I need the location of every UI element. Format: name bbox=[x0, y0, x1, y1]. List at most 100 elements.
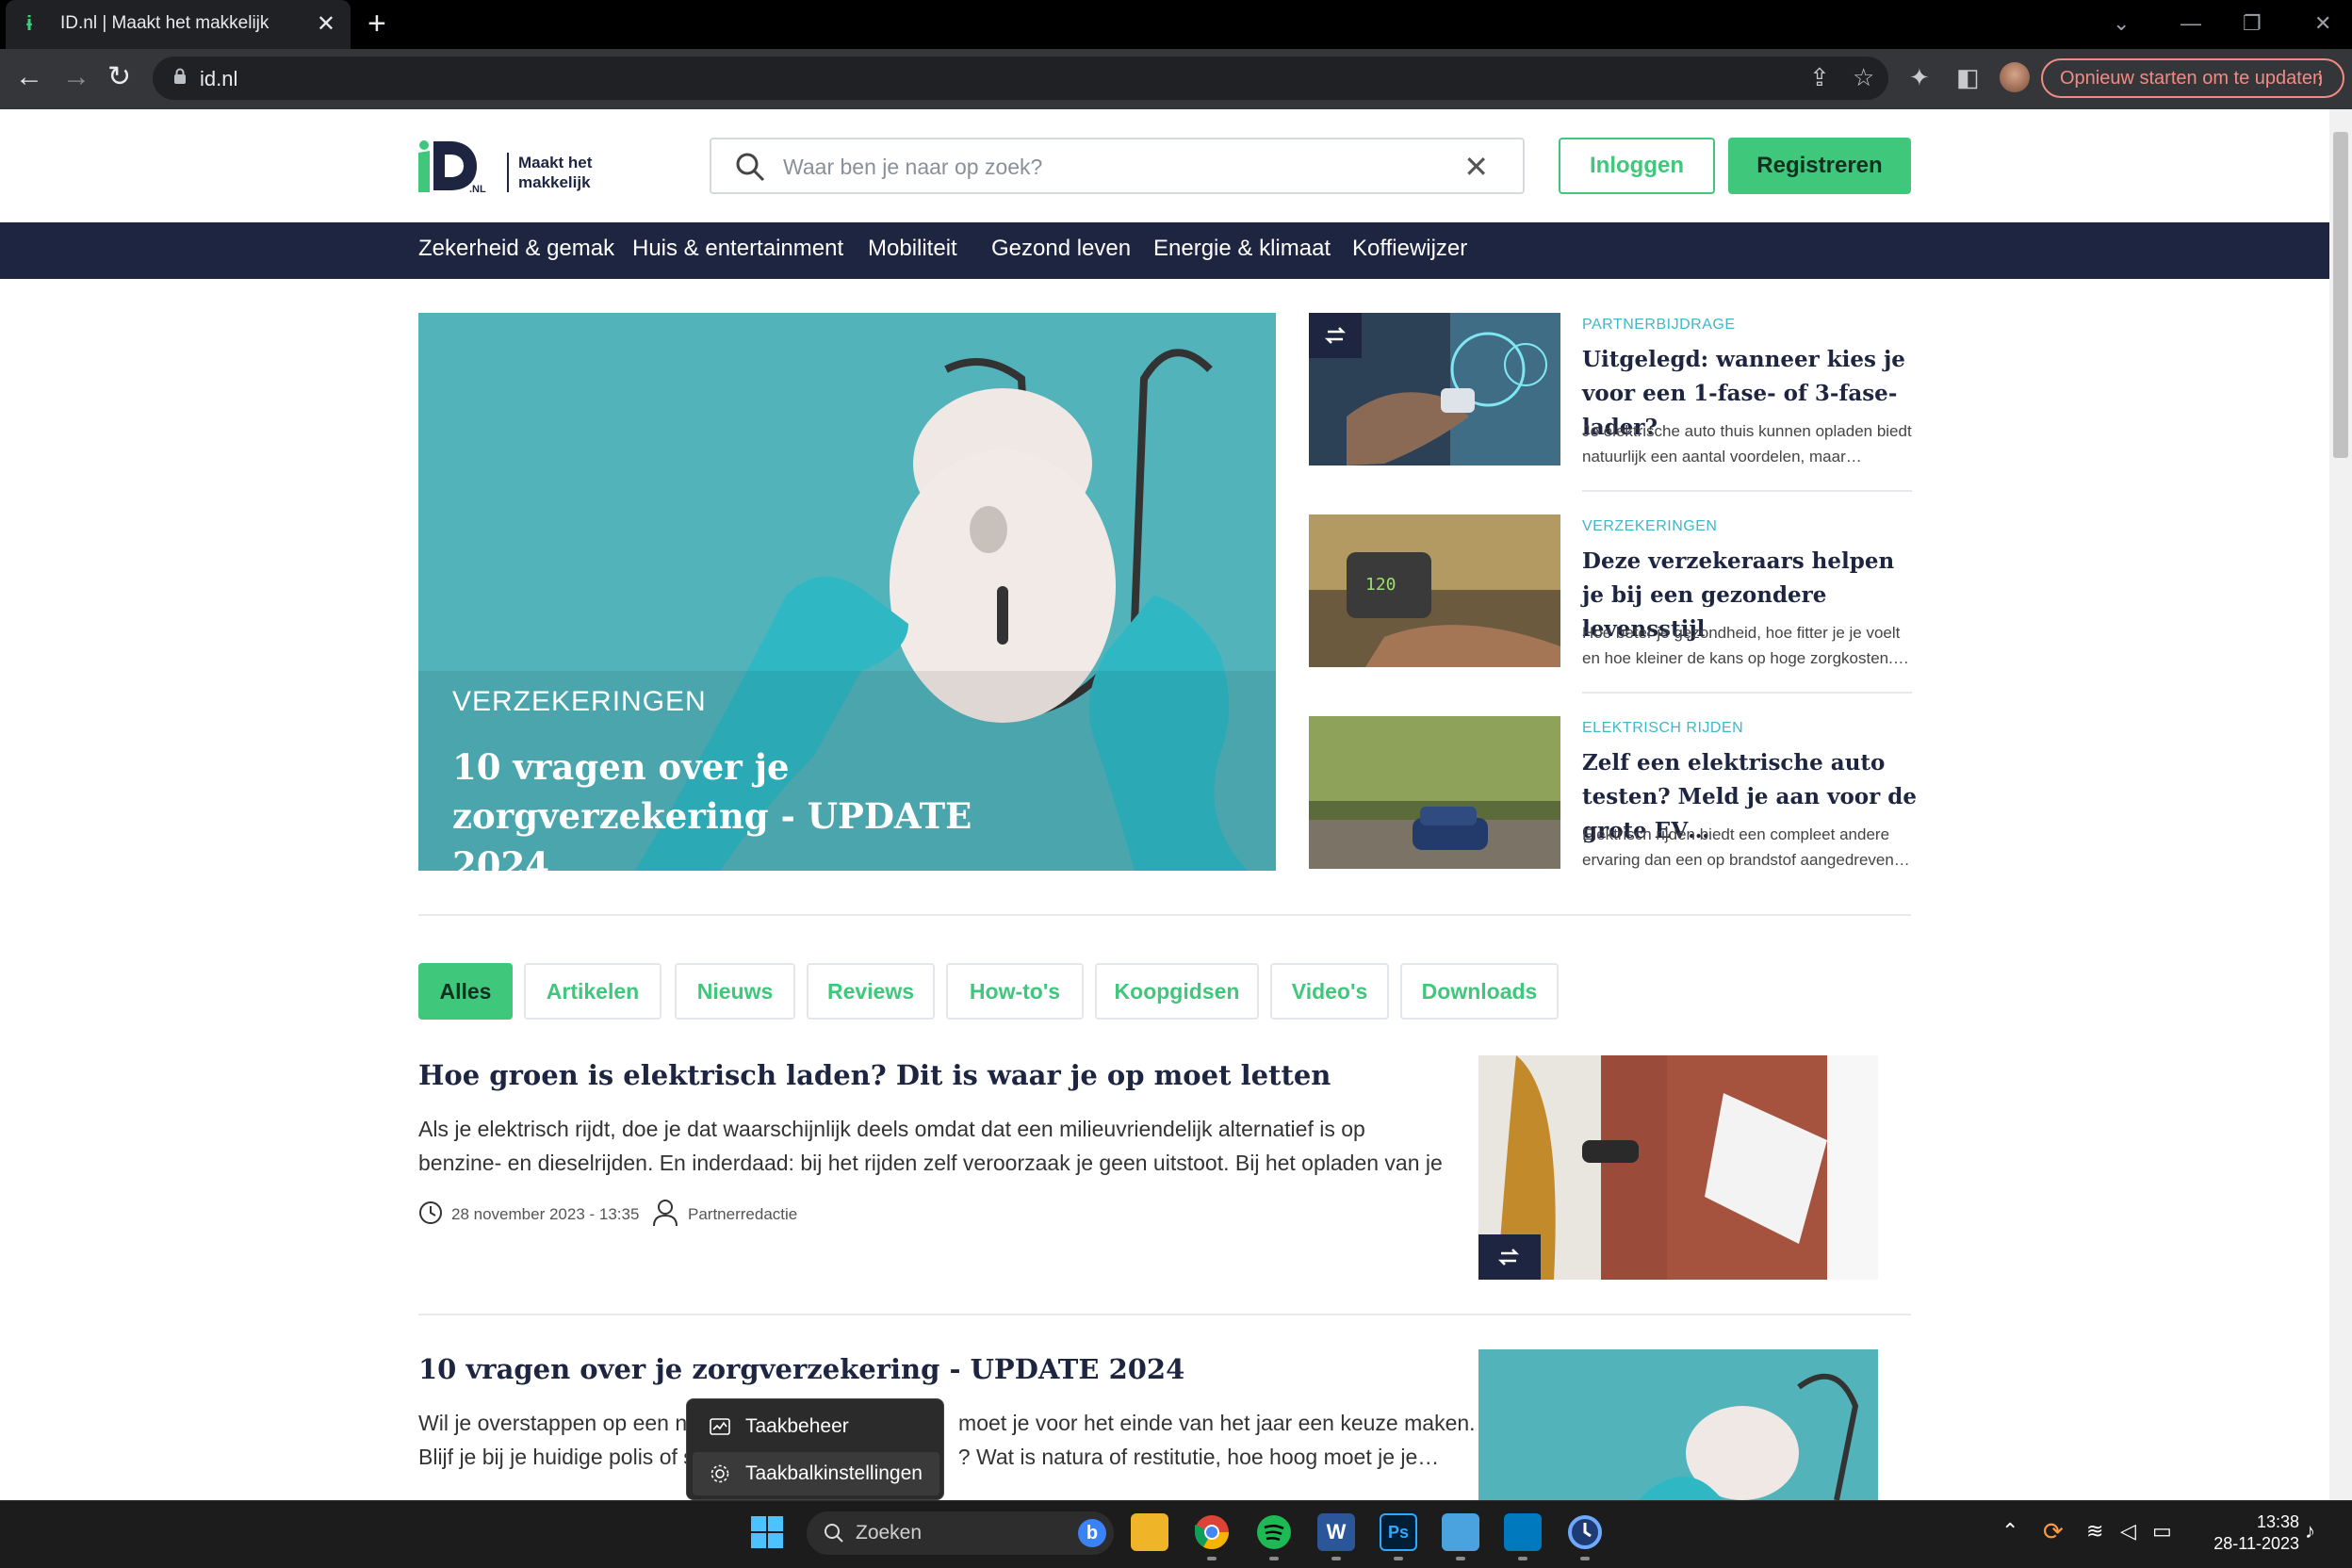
bookmark-star-icon[interactable]: ☆ bbox=[1853, 64, 1874, 90]
site-favicon-icon: ɨ bbox=[26, 11, 33, 35]
back-icon[interactable]: ← bbox=[15, 58, 43, 96]
new-tab-button[interactable]: + bbox=[368, 8, 386, 40]
side-article-3-excerpt: Elektrisch rijden biedt een compleet and… bbox=[1582, 825, 1910, 869]
running-indicator bbox=[1456, 1557, 1465, 1560]
hero-category: VERZEKERINGEN bbox=[452, 686, 707, 717]
close-tab-icon[interactable]: ✕ bbox=[317, 10, 335, 38]
article-2-excerpt-right-1: moet je voor het einde van het jaar een … bbox=[958, 1411, 1476, 1435]
logo-suffix: .NL bbox=[469, 184, 486, 192]
bing-icon[interactable]: b bbox=[1078, 1519, 1106, 1547]
nav-zekerheid-gemak[interactable]: Zekerheid & gemak bbox=[418, 236, 614, 262]
clock-icon bbox=[419, 1201, 442, 1224]
close-window-icon[interactable]: ✕ bbox=[2314, 11, 2331, 36]
article-2-excerpt-right-2: ? Wat is natura of restitutie, hoe hoog … bbox=[957, 1445, 1440, 1469]
wifi-icon[interactable]: ≋ bbox=[2086, 1519, 2103, 1544]
trello-icon[interactable] bbox=[1504, 1513, 1542, 1551]
filter-reviews[interactable]: Reviews bbox=[807, 963, 935, 1020]
article-divider bbox=[418, 1314, 1911, 1315]
update-restart-button[interactable]: Opnieuw starten om te updaten ⋮ bbox=[2041, 58, 2344, 98]
filter-koopgidsen[interactable]: Koopgidsen bbox=[1095, 963, 1259, 1020]
login-button[interactable]: Inloggen bbox=[1559, 138, 1715, 194]
logo-tagline: Maakt het makkelijk bbox=[507, 153, 592, 192]
battery-icon[interactable]: ▭ bbox=[2152, 1519, 2172, 1544]
address-bar[interactable]: id.nl bbox=[153, 57, 1888, 100]
article-1-title[interactable]: Hoe groen is elektrisch laden? Dit is wa… bbox=[418, 1059, 1331, 1091]
filter-nieuws[interactable]: Nieuws bbox=[675, 963, 795, 1020]
photoshop-icon[interactable]: Ps bbox=[1380, 1513, 1417, 1551]
article-2-image[interactable] bbox=[1478, 1349, 1878, 1500]
file-explorer-icon[interactable] bbox=[1131, 1513, 1168, 1551]
word-icon[interactable]: W bbox=[1317, 1513, 1355, 1551]
side-article-1-image bbox=[1309, 313, 1560, 466]
scrollbar-thumb[interactable] bbox=[2333, 132, 2348, 458]
hero-article-card[interactable]: VERZEKERINGEN 10 vragen over je zorgverz… bbox=[418, 313, 1276, 871]
article-2-title[interactable]: 10 vragen over je zorgverzekering - UPDA… bbox=[418, 1353, 1184, 1385]
partner-badge-icon bbox=[1309, 313, 1362, 358]
side-article-3[interactable]: ELEKTRISCH RIJDEN Zelf een elektrische a… bbox=[1309, 716, 1917, 869]
forward-icon[interactable]: → bbox=[62, 58, 90, 96]
taskbar-search-box[interactable]: Zoeken b bbox=[807, 1511, 1114, 1555]
side-article-3-image bbox=[1309, 716, 1560, 869]
nav-huis-entertainment[interactable]: Huis & entertainment bbox=[632, 236, 843, 262]
menu-item-taakbalkinstellingen-label: Taakbalkinstellingen bbox=[745, 1462, 923, 1484]
extensions-puzzle-icon[interactable]: ✦ bbox=[1909, 64, 1930, 90]
profile-avatar[interactable] bbox=[2000, 62, 2030, 92]
nav-gezond-leven[interactable]: Gezond leven bbox=[991, 236, 1131, 262]
side-divider bbox=[1582, 692, 1912, 694]
show-hidden-icons-icon[interactable]: ⌃ bbox=[2001, 1519, 2018, 1544]
clock-app-icon[interactable] bbox=[1566, 1513, 1604, 1551]
side-article-2-category: VERZEKERINGEN bbox=[1582, 518, 1718, 534]
search-placeholder: Waar ben je naar op zoek? bbox=[783, 155, 1043, 179]
system-clock[interactable]: 13:38 28-11-2023 bbox=[2196, 1511, 2299, 1555]
taskbar-search-label: Zoeken bbox=[856, 1522, 923, 1544]
windows-start-icon[interactable] bbox=[750, 1515, 784, 1549]
nav-koffiewijzer[interactable]: Koffiewijzer bbox=[1352, 236, 1467, 262]
side-article-2[interactable]: 120 VERZEKERINGEN Deze verzekeraars help… bbox=[1309, 514, 1912, 667]
update-restart-label: Opnieuw starten om te updaten bbox=[2060, 68, 2324, 89]
chrome-icon[interactable] bbox=[1193, 1513, 1231, 1551]
update-sync-icon[interactable]: ⟳ bbox=[2043, 1517, 2064, 1546]
search-icon bbox=[825, 1524, 843, 1543]
side-article-1[interactable]: PARTNERBIJDRAGE Uitgelegd: wanneer kies … bbox=[1309, 313, 1912, 466]
section-divider bbox=[418, 914, 1911, 916]
share-icon[interactable]: ⇪ bbox=[1809, 64, 1830, 90]
volume-icon[interactable]: ◁ bbox=[2120, 1519, 2136, 1544]
menu-item-taakbeheer-label: Taakbeheer bbox=[745, 1415, 849, 1437]
spotify-icon[interactable] bbox=[1255, 1513, 1293, 1551]
tab-search-chevron-icon[interactable]: ⌄ bbox=[2113, 11, 2130, 36]
side-article-2-excerpt: Hoe beter je gezondheid, hoe fitter je j… bbox=[1582, 624, 1909, 667]
filter-howtos[interactable]: How-to's bbox=[946, 963, 1084, 1020]
filter-artikelen[interactable]: Artikelen bbox=[524, 963, 662, 1020]
id-nl-logo[interactable]: .NL bbox=[418, 139, 490, 192]
filter-alles[interactable]: Alles bbox=[418, 963, 513, 1020]
article-1-image[interactable] bbox=[1478, 1055, 1878, 1280]
tab-title: ID.nl | Maakt het makkelijk bbox=[60, 13, 270, 33]
partner-badge-icon bbox=[1478, 1234, 1541, 1280]
svg-text:120: 120 bbox=[1365, 575, 1396, 595]
restore-icon[interactable]: ❐ bbox=[2243, 11, 2262, 36]
minimize-icon[interactable]: — bbox=[2180, 11, 2201, 36]
nav-mobiliteit[interactable]: Mobiliteit bbox=[868, 236, 957, 262]
article-1-author[interactable]: Partnerredactie bbox=[688, 1205, 797, 1224]
filter-videos[interactable]: Video's bbox=[1270, 963, 1389, 1020]
notepad-icon[interactable] bbox=[1442, 1513, 1479, 1551]
reload-icon[interactable]: ↻ bbox=[107, 58, 131, 96]
menu-item-taakbeheer[interactable]: Taakbeheer bbox=[693, 1405, 939, 1448]
nav-energie-klimaat[interactable]: Energie & klimaat bbox=[1153, 236, 1331, 262]
clear-search-icon[interactable]: ✕ bbox=[1463, 149, 1489, 185]
register-button[interactable]: Registreren bbox=[1728, 138, 1911, 194]
menu-item-taakbalkinstellingen[interactable]: Taakbalkinstellingen bbox=[693, 1452, 939, 1495]
running-indicator bbox=[1207, 1557, 1217, 1560]
browser-tab[interactable]: ɨ ID.nl | Maakt het makkelijk ✕ bbox=[6, 0, 351, 49]
task-manager-icon bbox=[710, 1418, 730, 1435]
clock-date: 28-11-2023 bbox=[2213, 1534, 2299, 1553]
notification-bell-icon[interactable]: ♪ bbox=[2305, 1519, 2315, 1544]
running-indicator bbox=[1331, 1557, 1341, 1560]
hero-title[interactable]: 10 vragen over je zorgverzekering - UPDA… bbox=[452, 743, 1055, 871]
side-panel-icon[interactable]: ◧ bbox=[1956, 64, 1980, 90]
url-text: id.nl bbox=[200, 67, 238, 90]
filter-downloads[interactable]: Downloads bbox=[1400, 963, 1559, 1020]
browser-menu-icon[interactable]: ⋮ bbox=[2311, 60, 2329, 96]
side-article-1-category: PARTNERBIJDRAGE bbox=[1582, 317, 1736, 333]
site-search-input[interactable]: Waar ben je naar op zoek? ✕ bbox=[710, 138, 1525, 194]
